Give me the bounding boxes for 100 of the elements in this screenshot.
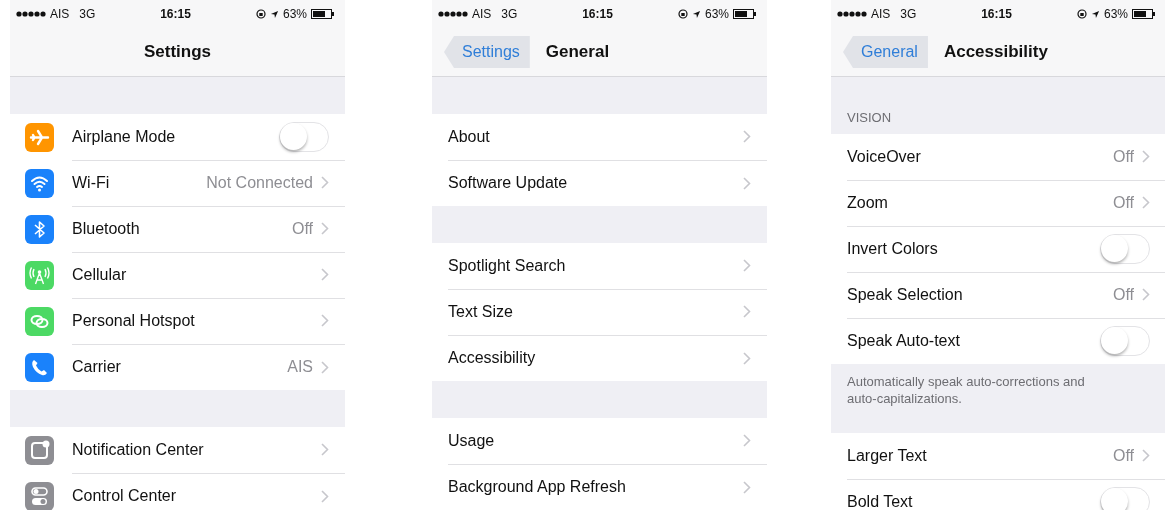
carrier-name: AIS	[50, 7, 70, 21]
row-label: Bluetooth	[72, 219, 141, 238]
settings-row[interactable]: VoiceOver Off	[831, 134, 1165, 180]
chevron-icon	[321, 176, 329, 189]
chevron-icon	[1142, 196, 1150, 209]
settings-row[interactable]: Speak Selection Off	[831, 272, 1165, 318]
rotation-lock-icon	[255, 9, 266, 19]
row-label: Accessibility	[448, 349, 537, 367]
section-header: VISION	[847, 110, 892, 125]
settings-row[interactable]: Background App Refresh	[432, 464, 767, 510]
screen-title: Settings	[143, 42, 212, 62]
row-label: Speak Selection	[847, 285, 964, 304]
settings-row[interactable]: Speak Auto-text	[831, 318, 1165, 364]
row-label: Cellular	[72, 265, 128, 284]
settings-row[interactable]: Invert Colors	[831, 226, 1165, 272]
chevron-icon	[321, 360, 329, 374]
chevron-icon	[743, 351, 751, 365]
row-label: Text Size	[448, 302, 514, 321]
row-label: Bold Text	[847, 493, 914, 510]
settings-row[interactable]: Wi-Fi Not Connected	[10, 160, 345, 206]
row-value: Off	[1112, 147, 1134, 166]
signal-icon	[837, 11, 867, 17]
settings-row[interactable]: About	[432, 114, 767, 160]
row-label: Background App Refresh	[448, 478, 627, 496]
chevron-icon	[1142, 150, 1150, 163]
settings-row[interactable]: Software Update	[432, 160, 767, 206]
row-label: Zoom	[847, 193, 889, 212]
screen-title: Accessibility	[943, 42, 1048, 62]
status-time: 16:15	[582, 7, 613, 21]
battery-icon	[1132, 9, 1156, 19]
chevron-icon	[321, 443, 329, 456]
row-label: Personal Hotspot	[72, 311, 196, 330]
settings-row[interactable]: Spotlight Search	[432, 243, 767, 289]
chevron-icon	[1142, 288, 1150, 301]
network-type: 3G	[900, 7, 917, 21]
network-type: 3G	[501, 7, 518, 21]
settings-row[interactable]: Larger Text Off	[831, 433, 1165, 479]
settings-row[interactable]: Control Center	[10, 473, 345, 510]
row-label: Larger Text	[847, 446, 928, 465]
settings-row[interactable]: Cellular	[10, 252, 345, 298]
settings-row[interactable]: Usage	[432, 418, 767, 464]
toggle-switch[interactable]	[1100, 233, 1150, 264]
settings-row[interactable]: Bluetooth Off	[10, 206, 345, 252]
row-label: Wi-Fi	[72, 173, 111, 192]
row-value: Off	[1112, 285, 1134, 304]
settings-row[interactable]: Personal Hotspot	[10, 298, 345, 344]
chevron-icon	[743, 176, 751, 190]
chevron-icon	[321, 314, 329, 327]
row-label: Speak Auto-text	[847, 332, 961, 350]
status-time: 16:15	[160, 7, 191, 21]
row-label: Notification Center	[72, 440, 205, 459]
battery-percent: 63%	[1103, 7, 1128, 21]
chevron-icon	[743, 434, 751, 447]
screen-title: General	[545, 42, 610, 62]
chevron-icon	[743, 259, 751, 272]
settings-row[interactable]: Zoom Off	[831, 180, 1165, 226]
toggle-switch[interactable]	[1100, 487, 1150, 510]
row-label: Software Update	[448, 174, 569, 192]
settings-row[interactable]: Bold Text	[831, 479, 1165, 510]
network-type: 3G	[79, 7, 96, 21]
status-time: 16:15	[981, 7, 1012, 21]
signal-icon	[438, 11, 468, 17]
location-arrow-icon	[1090, 9, 1100, 19]
settings-row[interactable]: Accessibility	[432, 335, 767, 381]
chevron-icon	[743, 480, 751, 494]
row-value: Off	[291, 219, 313, 238]
battery-percent: 63%	[282, 7, 307, 21]
rotation-lock-icon	[677, 9, 688, 19]
rotation-lock-icon	[1076, 9, 1087, 19]
settings-row[interactable]: Airplane Mode	[10, 114, 345, 160]
row-label: VoiceOver	[847, 147, 922, 166]
row-label: Carrier	[72, 358, 122, 376]
row-label: Usage	[448, 431, 496, 450]
settings-row[interactable]: Carrier AIS	[10, 344, 345, 390]
toggle-switch[interactable]	[279, 121, 329, 152]
carrier-name: AIS	[871, 7, 891, 21]
section-footer: Automatically speak auto-corrections and auto-capitalizations.	[847, 374, 1107, 408]
row-label: About	[448, 127, 491, 146]
chevron-icon	[321, 489, 329, 503]
settings-row[interactable]: Notification Center	[10, 427, 345, 473]
carrier-name: AIS	[472, 7, 492, 21]
row-label: Control Center	[72, 487, 178, 505]
battery-percent: 63%	[704, 7, 729, 21]
battery-icon	[733, 9, 757, 19]
row-label: Spotlight Search	[448, 256, 567, 275]
chevron-icon	[1142, 449, 1150, 462]
location-arrow-icon	[691, 9, 701, 19]
row-value: AIS	[287, 358, 313, 376]
row-label: Invert Colors	[847, 239, 939, 258]
row-value: Off	[1112, 193, 1134, 212]
toggle-switch[interactable]	[1100, 326, 1150, 356]
chevron-icon	[321, 268, 329, 281]
settings-row[interactable]: Text Size	[432, 289, 767, 335]
row-value: Off	[1112, 446, 1134, 465]
chevron-icon	[743, 305, 751, 318]
signal-icon	[16, 11, 46, 17]
location-arrow-icon	[269, 9, 279, 19]
chevron-icon	[321, 222, 329, 235]
chevron-icon	[743, 130, 751, 143]
battery-icon	[311, 9, 335, 19]
